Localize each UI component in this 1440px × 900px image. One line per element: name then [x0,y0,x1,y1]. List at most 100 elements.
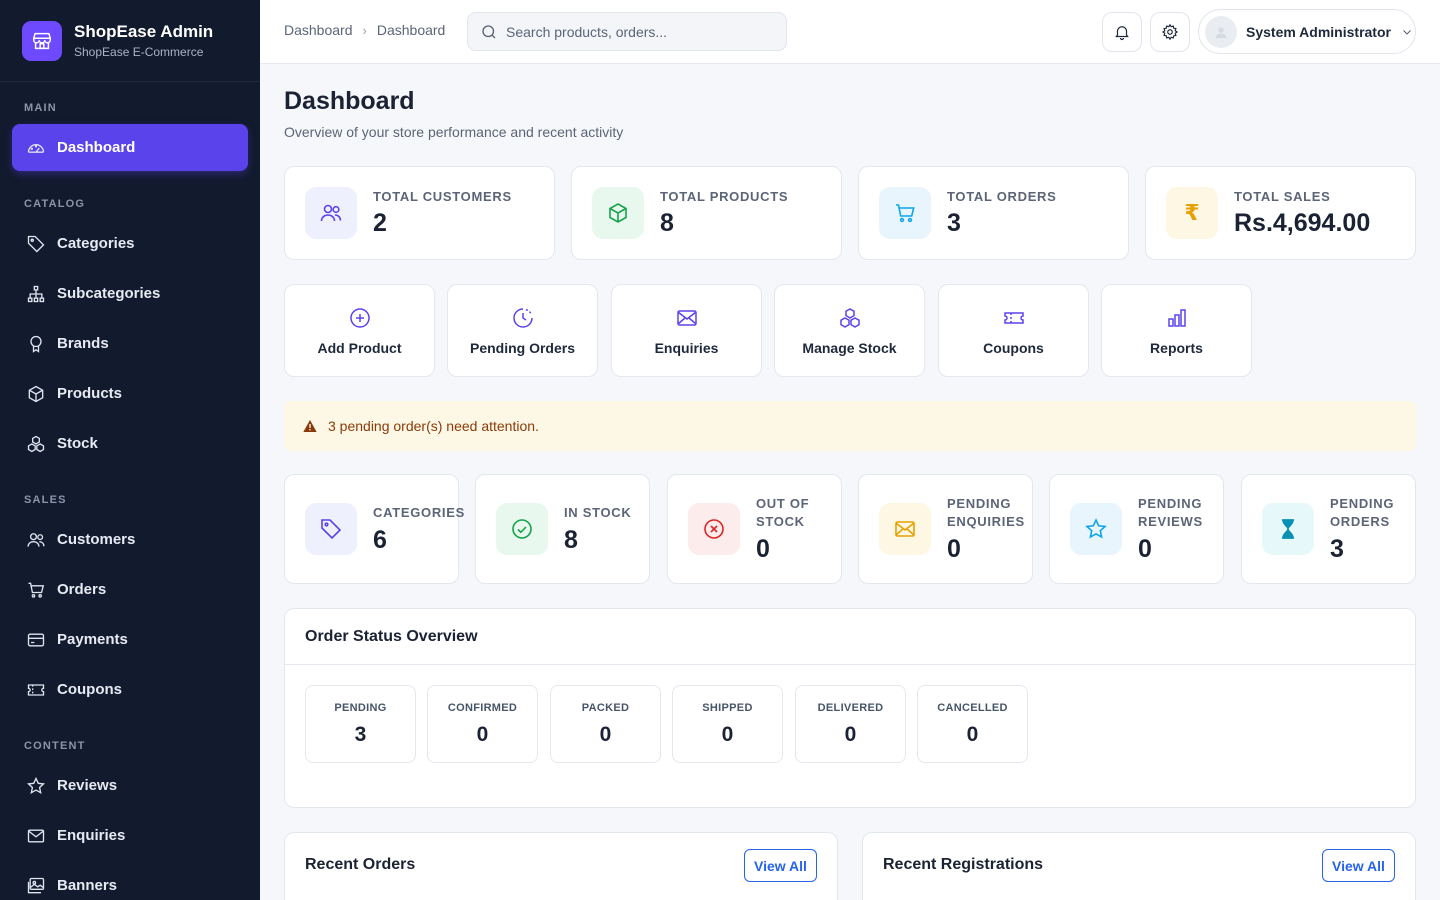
sidebar-item-reviews[interactable]: Reviews [12,762,248,809]
boxes-icon [839,307,860,328]
order-status-value: 0 [721,722,734,746]
mini-stat-out-of-stock[interactable]: OUT OF STOCK 0 [667,474,842,584]
order-status-value: 0 [844,722,857,746]
mini-stat-label: CATEGORIES [373,504,465,520]
topbar: Dashboard › Dashboard System Administrat… [260,0,1440,64]
sidebar-item-label: Orders [57,581,107,598]
sidebar-item-brands[interactable]: Brands [12,320,248,367]
brand-title: ShopEase Admin [74,22,214,41]
nav-section-sales: SALES [24,494,67,506]
tag-icon [305,503,357,555]
star-icon [1070,503,1122,555]
notifications-button[interactable] [1102,12,1142,52]
mini-stat-pending-enquiries[interactable]: PENDING ENQUIRIES 0 [858,474,1033,584]
mini-stat-pending-reviews[interactable]: PENDING REVIEWS 0 [1049,474,1224,584]
stat-value: 2 [373,208,387,237]
sidebar-item-orders[interactable]: Orders [12,566,248,613]
pending-orders-alert: 3 pending order(s) need attention. [284,401,1416,451]
user-menu[interactable]: System Administrator [1198,9,1416,54]
order-status-cancelled[interactable]: CANCELLED 0 [917,685,1028,763]
alert-text: 3 pending order(s) need attention. [328,418,539,434]
hourglass-icon [1262,503,1314,555]
breadcrumb-item[interactable]: Dashboard [284,22,353,38]
quick-action-enquiries[interactable]: Enquiries [611,284,762,377]
view-all-registrations-button[interactable]: View All [1322,849,1395,882]
quick-action-reports[interactable]: Reports [1101,284,1252,377]
quick-action-label: Enquiries [654,339,719,356]
sidebar-item-label: Customers [57,531,136,548]
mini-stat-pending-orders[interactable]: PENDING ORDERS 3 [1241,474,1416,584]
warning-icon [303,420,317,432]
star-icon [25,775,47,797]
sidebar-item-label: Reviews [57,777,118,794]
order-status-delivered[interactable]: DELIVERED 0 [795,685,906,763]
sidebar-item-stock[interactable]: Stock [12,420,248,467]
sidebar-item-customers[interactable]: Customers [12,516,248,563]
search-input[interactable] [506,23,776,40]
sidebar-item-categories[interactable]: Categories [12,220,248,267]
clock-icon [512,307,533,328]
stat-value: 3 [947,208,961,237]
order-status-panel: Order Status Overview PENDING 3 CONFIRME… [284,608,1416,808]
sidebar-item-subcategories[interactable]: Subcategories [12,270,248,317]
sidebar-item-payments[interactable]: Payments [12,616,248,663]
order-status-label: CANCELLED [937,701,1008,714]
mini-stat-value: 8 [564,525,578,554]
sidebar-item-coupons[interactable]: Coupons [12,666,248,713]
box-icon [592,187,644,239]
stat-card-sales[interactable]: ₹ TOTAL SALES Rs.4,694.00 [1145,166,1416,260]
view-all-orders-button[interactable]: View All [744,849,817,882]
order-status-label: CONFIRMED [447,701,518,714]
mini-stat-value: 0 [947,534,961,563]
sidebar-item-products[interactable]: Products [12,370,248,417]
sidebar-item-label: Dashboard [57,139,136,156]
x-circle-icon [688,503,740,555]
sidebar-item-label: Coupons [57,681,122,698]
mini-stat-value: 0 [1138,534,1152,563]
users-icon [25,529,47,551]
sidebar-item-label: Products [57,385,123,402]
order-status-value: 0 [966,722,979,746]
stat-card-customers[interactable]: TOTAL CUSTOMERS 2 [284,166,555,260]
order-status-value: 0 [599,722,612,746]
award-icon [25,333,47,355]
order-status-pending[interactable]: PENDING 3 [305,685,416,763]
stat-card-products[interactable]: TOTAL PRODUCTS 8 [571,166,842,260]
mini-stat-in-stock[interactable]: IN STOCK 8 [475,474,650,584]
envelope-icon [25,825,47,847]
mini-stat-label: PENDING ORDERS [1330,495,1395,529]
recent-registrations-panel: Recent Registrations View All [862,832,1416,900]
stat-card-orders[interactable]: TOTAL ORDERS 3 [858,166,1129,260]
search-box[interactable] [467,12,787,51]
stat-label: TOTAL ORDERS [947,188,1057,204]
stat-value: 8 [660,208,674,237]
mini-stat-value: 6 [373,525,387,554]
order-status-label: PENDING [334,701,387,714]
quick-action-coupons[interactable]: Coupons [938,284,1089,377]
quick-action-pending-orders[interactable]: Pending Orders [447,284,598,377]
settings-button[interactable] [1150,12,1190,52]
breadcrumb-item: Dashboard [376,22,446,38]
search-icon [482,24,496,38]
chevron-down-icon [1403,29,1411,35]
order-status-confirmed[interactable]: CONFIRMED 0 [427,685,538,763]
brand[interactable]: ShopEase Admin ShopEase E-Commerce [0,0,260,82]
sidebar-item-dashboard[interactable]: Dashboard [12,124,248,171]
order-status-shipped[interactable]: SHIPPED 0 [672,685,783,763]
envelope-icon [676,309,697,326]
credit-card-icon [25,629,47,651]
sidebar-item-label: Payments [57,631,128,648]
mini-stat-categories[interactable]: CATEGORIES 6 [284,474,464,584]
gauge-icon [25,137,47,159]
order-status-packed[interactable]: PACKED 0 [550,685,661,763]
check-circle-icon [496,503,548,555]
plus-circle-icon [349,307,370,328]
quick-action-add-product[interactable]: Add Product [284,284,435,377]
users-icon [305,187,357,239]
quick-action-manage-stock[interactable]: Manage Stock [774,284,925,377]
sidebar-item-banners[interactable]: Banners [12,862,248,900]
boxes-icon [25,433,47,455]
sidebar-item-enquiries[interactable]: Enquiries [12,812,248,859]
mini-stat-label: PENDING REVIEWS [1138,495,1203,529]
bell-icon [1115,26,1129,41]
